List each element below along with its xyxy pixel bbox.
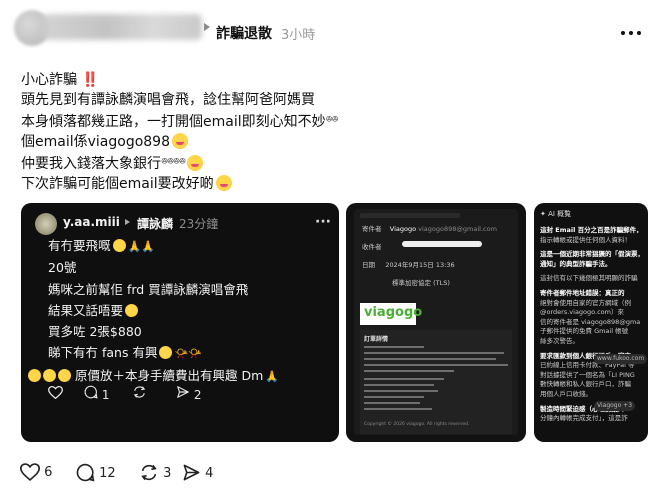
- laughing-emoji-icon: [187, 155, 204, 171]
- like-count: 6: [44, 465, 53, 480]
- email-to-row: 收件者: [362, 243, 382, 251]
- share-count: 4: [205, 466, 214, 481]
- ai-overview-line: 指示轉帳或提供任何個人資料！: [540, 235, 631, 244]
- topic-arrow-icon: [125, 219, 130, 225]
- post-line-6: 下次詐騙可能個email要改好啲: [21, 174, 621, 194]
- image-quoted-post-screenshot[interactable]: y.aa.miii 譚詠麟 23分鐘 ··· 有冇要飛嘅 🙏🙏 20號 媽咪之前幫…: [21, 203, 339, 442]
- ai-overview-line: 這是一個近期非常猖獗的「假演票，: [540, 250, 644, 259]
- face-emoji-icon: [28, 368, 41, 382]
- comment-icon: 1: [84, 385, 109, 402]
- post-timestamp: 3小時: [281, 28, 316, 43]
- face-emoji-icon: [58, 368, 71, 382]
- post-body: 小心詐騙 ‼️ 頭先見到有譚詠麟演唱會飛，諗住幫阿爸阿媽買 本身傾落都幾正路，一…: [21, 70, 621, 194]
- ai-overview-line: 信的寄件者是 viagogo898@gma: [540, 317, 641, 326]
- ai-overview-line: 絕對會使用自家的官方網域（例: [540, 298, 631, 307]
- ai-overview-line: 分鐘內轉帳完成支付」，這是詐: [540, 414, 628, 423]
- post-line-5: 仲要我入錢落大象銀行ꔮꔮꔮꔮ: [21, 152, 621, 174]
- repost-icon: [141, 464, 157, 481]
- ai-overview-line: 用個人戶口收錢。: [540, 390, 592, 398]
- laughing-emoji-icon: [172, 133, 188, 149]
- repost-icon: [132, 385, 147, 402]
- email-date-row: 日期 2024年9月15日 13:36: [362, 261, 455, 269]
- ai-overview-line: 對話據提供了一個名為「LI PING: [540, 370, 635, 379]
- laughing-emoji-icon: [215, 175, 232, 191]
- scribble-emoji-icon: ꔮꔮ: [325, 115, 339, 125]
- comment-icon: [76, 463, 95, 482]
- post-actions: 6 12 3 4: [0, 452, 648, 492]
- ai-overview-line: 寄件者郵件地址錯誤：真正的: [540, 289, 625, 297]
- repost-count: 3: [163, 466, 172, 481]
- ai-overview-line: 通知」的典型詐騙手法。: [540, 259, 612, 268]
- comment-button[interactable]: 12: [76, 463, 116, 485]
- email-panel: 寄件者 Viagogo viagogo898@gmail.com 收件者 日期 …: [354, 209, 518, 435]
- face-emoji-icon: [43, 368, 56, 382]
- post-topic[interactable]: 詐騙退散: [216, 23, 272, 43]
- source-chip: www.fukoo.com: [594, 353, 648, 364]
- like-button[interactable]: 6: [19, 463, 53, 485]
- heart-icon: [19, 463, 41, 482]
- image-email-screenshot[interactable]: 寄件者 Viagogo viagogo898@gmail.com 收件者 日期 …: [346, 203, 526, 442]
- share-icon: [183, 464, 200, 481]
- email-tls-row: 標準加密協定 (TLS): [392, 279, 450, 287]
- quoted-avatar: [35, 213, 57, 235]
- pray-icon: 🙏: [265, 369, 279, 383]
- ai-overview-line: 子郵件提供的免費 Gmail 帳號: [540, 327, 629, 336]
- share-icon: 2: [176, 385, 201, 402]
- share-button[interactable]: 4: [182, 463, 213, 485]
- ai-overview-line: 這封 Email 百分之百是詐騙郵件，: [540, 226, 643, 234]
- post-line-3: 本身傾落都幾正路，一打開個email即刻心知不妙ꔮꔮ: [21, 110, 621, 132]
- quoted-timestamp: 23分鐘: [179, 217, 219, 231]
- email-from-row: 寄件者 Viagogo viagogo898@gmail.com: [362, 225, 497, 233]
- comment-count: 12: [99, 466, 116, 481]
- email-order-document: 訂單詳情 Copyright © 2026 viagogo. All right…: [360, 330, 512, 434]
- scribble-emoji-icon: ꔮꔮꔮꔮ: [161, 157, 186, 167]
- more-options-icon[interactable]: [620, 22, 642, 44]
- quoted-body: 有冇要飛嘅 🙏🙏 20號 媽咪之前幫佢 frd 買譚詠麟演唱會飛 結果又話唔要 買…: [28, 235, 338, 387]
- pray-icon: 🙏🙏: [127, 240, 155, 253]
- crying-emoji-icon: [112, 239, 126, 252]
- ai-overview-line: 絲多次警告。: [540, 337, 579, 345]
- redacted-recipient: [402, 241, 482, 247]
- ai-overview-line: 數快轉帳和私人銀行戶口，詐騙: [540, 380, 631, 389]
- repost-button[interactable]: 3: [139, 463, 171, 485]
- author-username-redacted[interactable]: [42, 14, 202, 40]
- ai-overview-title: ✦ AI 概覧: [540, 210, 572, 218]
- sweat-emoji-icon: [125, 303, 139, 317]
- ai-overview-line: 這封信有以下幾個極其明顯的詐騙: [540, 274, 638, 283]
- source-chip: Viagogo +3: [594, 400, 636, 411]
- more-options-icon: ···: [315, 214, 331, 230]
- post-line-2: 頭先見到有譚詠麟演唱會飛，諗住幫阿爸阿媽買: [21, 92, 315, 108]
- viagogo-logo: viagogo: [360, 303, 422, 325]
- post-line-1: 小心詐騙 ‼️: [21, 72, 99, 88]
- quoted-username: y.aa.miii: [63, 215, 120, 229]
- ai-overview-line: @orders.viagogo.com）來: [540, 308, 624, 317]
- crying-emoji-icon: [159, 346, 173, 360]
- image-ai-overview-screenshot[interactable]: ✦ AI 概覧 這封 Email 百分之百是詐騙郵件， 指示轉帳或提供任何個人資料…: [534, 203, 648, 442]
- quoted-topic: 譚詠麟: [137, 217, 174, 231]
- post-line-4: 個email係viagogo898: [21, 132, 621, 152]
- double-exclamation-icon: ‼️: [81, 72, 99, 88]
- heart-icon: [48, 385, 63, 402]
- topic-arrow-icon: [204, 23, 210, 31]
- horn-icon: 📯📯: [174, 347, 202, 361]
- post-header: 詐騙退散 3小時: [0, 0, 648, 64]
